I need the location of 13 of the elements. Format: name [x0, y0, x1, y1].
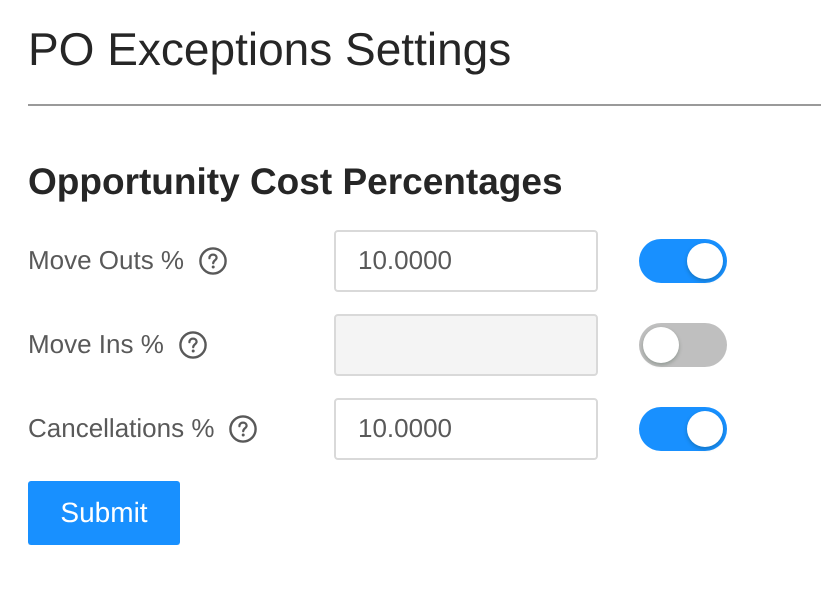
section-title: Opportunity Cost Percentages	[28, 160, 564, 204]
field-label: Move Outs %	[28, 244, 184, 278]
help-icon[interactable]	[178, 330, 207, 359]
page-title: PO Exceptions Settings	[28, 22, 512, 77]
help-icon[interactable]	[229, 414, 258, 443]
field-label: Move Ins %	[28, 328, 164, 362]
number-field[interactable]: 10.0000	[334, 398, 598, 460]
help-icon[interactable]	[199, 246, 228, 275]
number-field[interactable]: 10.0000	[334, 230, 598, 292]
toggle-switch[interactable]	[639, 238, 727, 283]
field-label: Cancellations %	[28, 412, 214, 446]
toggle-switch[interactable]	[639, 322, 727, 367]
toggle-switch[interactable]	[639, 406, 727, 451]
